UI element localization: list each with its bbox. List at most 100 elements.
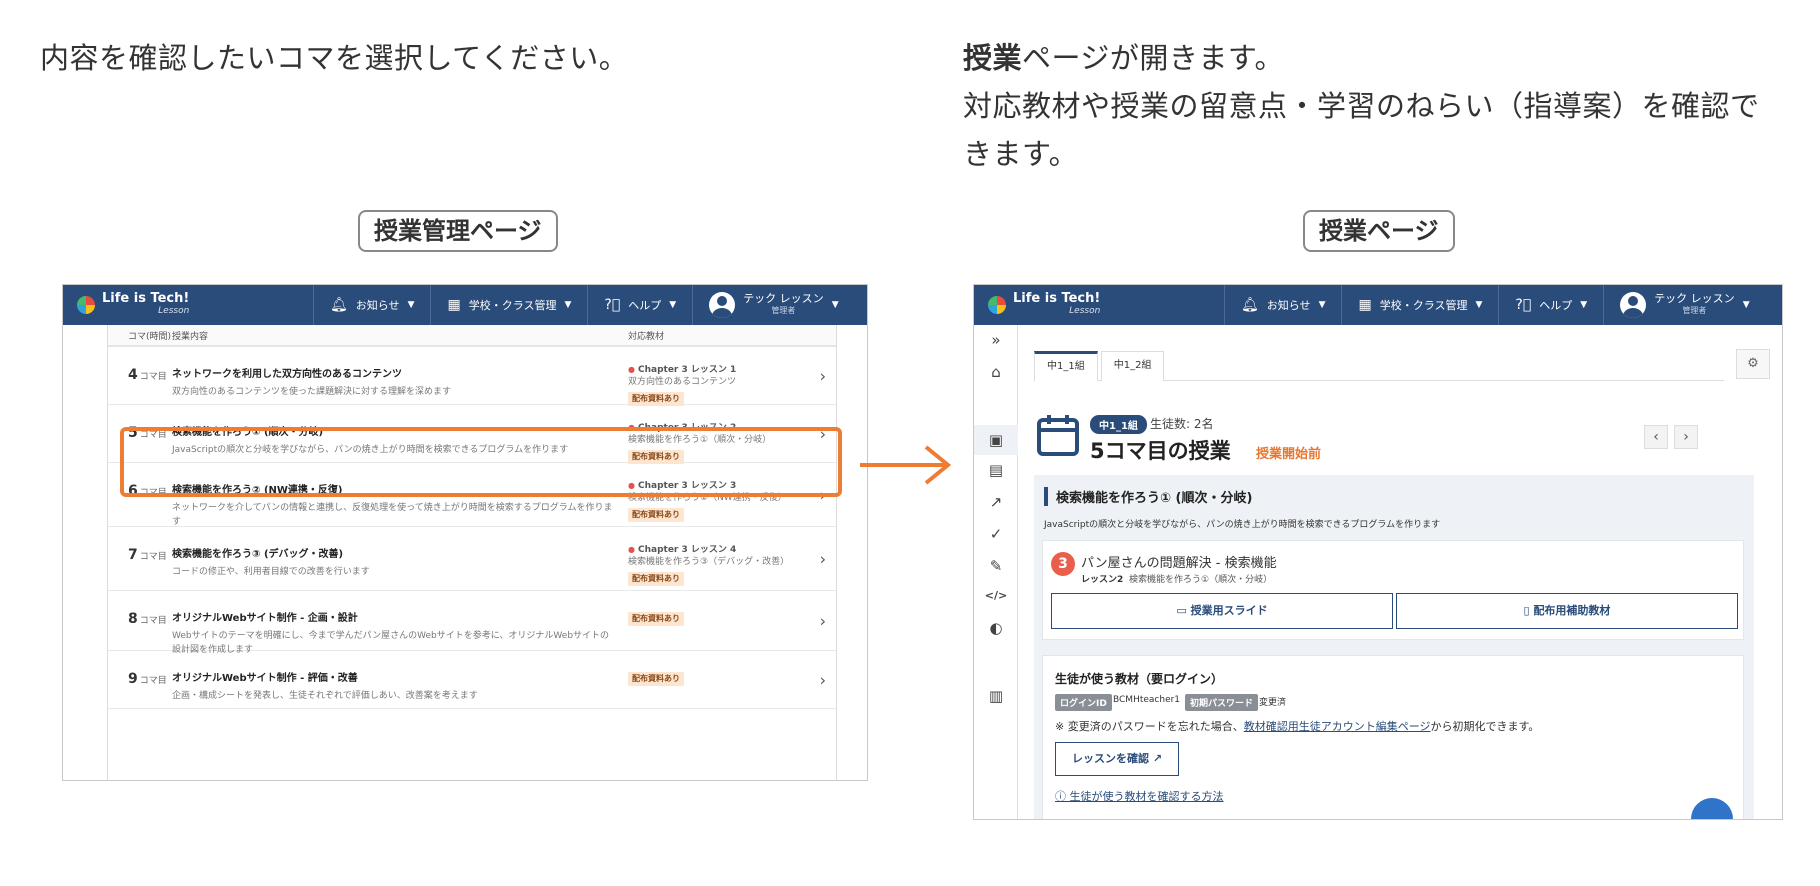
- nav-notifications[interactable]: 🔔︎ お知らせ ▼: [313, 285, 430, 325]
- nav-notifications-label: お知らせ: [1266, 299, 1311, 312]
- logo[interactable]: Life is Tech! Lesson: [974, 291, 1224, 317]
- table-row[interactable]: 8 コマ目 オリジナルWebサイト制作 - 企画・設計 Webサイトのテーマを明確にし…: [108, 591, 836, 655]
- document-icon[interactable]: ▤: [974, 461, 1018, 479]
- check-circle-icon[interactable]: ✓: [974, 525, 1018, 543]
- material-lesson-label: レッスン2: [1081, 575, 1124, 585]
- gear-icon: ⚙: [1747, 356, 1759, 371]
- material-subtitle: レッスン2 検索機能を作ろう①（順次・分岐）: [1081, 572, 1272, 585]
- table-header: コマ(時間) 授業内容 対応教材: [108, 325, 836, 347]
- handout-button[interactable]: ▯ 配布用補助教材: [1396, 593, 1738, 629]
- settings-button[interactable]: ⚙: [1736, 349, 1770, 379]
- lesson-heading: 5コマ目の授業: [1090, 439, 1231, 463]
- caret-down-icon: ▼: [1580, 300, 1588, 310]
- avatar: [1620, 292, 1647, 318]
- nav-help[interactable]: ?⃝ ヘルプ ▼: [1498, 285, 1603, 325]
- bar-chart-icon[interactable]: ▥: [974, 687, 1018, 705]
- nav-school[interactable]: ▦ 学校・クラス管理 ▼: [1341, 285, 1498, 325]
- prev-lesson-button[interactable]: ‹: [1644, 425, 1668, 449]
- table-row[interactable]: 7 コマ目 検索機能を作ろう③ (デバッグ・改善) コードの修正や、利用者目線での改善…: [108, 527, 836, 591]
- chevron-right-icon: ›: [819, 611, 826, 630]
- nav-notifications[interactable]: 🔔︎ お知らせ ▼: [1224, 285, 1341, 325]
- handout-badge: 配布資料あり: [628, 612, 684, 626]
- nav-school-label: 学校・クラス管理: [468, 299, 557, 312]
- bell-icon: 🔔︎: [330, 297, 348, 313]
- material-desc: 双方向性のあるコンテンツ: [628, 377, 737, 387]
- lesson-panel: 検索機能を作ろう① (順次・分岐) JavaScriptの順次と分岐を学びながら…: [1034, 475, 1754, 819]
- content-cell: 検索機能を作ろう③ (デバッグ・改善) コードの修正や、利用者目線での改善を行いま…: [172, 527, 628, 590]
- chevron-right-icon: ›: [819, 366, 826, 385]
- pen-icon[interactable]: ✎: [974, 557, 1018, 575]
- trend-icon[interactable]: ↗: [974, 493, 1018, 511]
- material-title: パン屋さんの問題解決 - 検索機能: [1081, 556, 1277, 571]
- student-count: 生徒数: 2名: [1150, 417, 1214, 431]
- chapter-label: Chapter 3 レッスン 4: [628, 544, 806, 556]
- handout-badge: 配布資料あり: [628, 508, 684, 522]
- building-icon: ▦: [1358, 297, 1372, 313]
- header-material: 対応教材: [628, 331, 665, 342]
- expand-sidebar-icon[interactable]: »: [974, 331, 1018, 349]
- material-cell: 配布資料あり: [628, 651, 806, 708]
- next-lesson-button[interactable]: ›: [1674, 425, 1698, 449]
- help-icon: ?⃝: [1515, 297, 1532, 313]
- material-desc: 検索機能を作ろう③（デバッグ・改善）: [628, 557, 790, 567]
- lesson-status: 授業開始前: [1256, 447, 1322, 462]
- logo[interactable]: Life is Tech! Lesson: [63, 291, 313, 317]
- nav-help-label: ヘルプ: [1539, 299, 1573, 312]
- student-materials-card: 生徒が使う教材（要ログイン） ログインID BCMHteacher1 初期パスワ…: [1042, 655, 1744, 819]
- instruction-right-bold: 授業: [963, 41, 1023, 75]
- code-icon[interactable]: </>: [974, 589, 1018, 602]
- slide-button[interactable]: ▭ 授業用スライド: [1051, 593, 1393, 629]
- chapter-label: Chapter 3 レッスン 1: [628, 364, 806, 376]
- nav-user[interactable]: テック レッスン 管理者 ▼: [692, 285, 848, 325]
- init-pw-label: 初期パスワード: [1185, 694, 1259, 711]
- help-link[interactable]: ⓘ 生徒が使う教材を確認する方法: [1055, 788, 1224, 804]
- chevron-right-icon: ›: [819, 549, 826, 568]
- navbar: Life is Tech! Lesson 🔔︎ お知らせ ▼ ▦ 学校・クラス管理 ▼ ?…: [63, 285, 867, 325]
- caret-down-icon: ▼: [407, 300, 415, 310]
- header-koma: コマ(時間): [128, 331, 172, 342]
- koma-cell: 9 コマ目: [108, 651, 172, 708]
- nav-school[interactable]: ▦ 学校・クラス管理 ▼: [430, 285, 587, 325]
- table-row[interactable]: 4 コマ目 ネットワークを利用した双方向性のあるコンテンツ 双方向性のあるコンテンツを…: [108, 347, 836, 406]
- init-pw-value: 変更済: [1259, 698, 1287, 708]
- chapter-number-badge: 3: [1051, 552, 1075, 576]
- material-cell: 配布資料あり: [628, 591, 806, 650]
- caret-down-icon: ▼: [669, 300, 677, 310]
- help-icon: ?⃝: [604, 297, 621, 313]
- palette-icon[interactable]: ◐: [974, 619, 1018, 637]
- nav-user[interactable]: テック レッスン 管理者 ▼: [1603, 285, 1759, 325]
- row-desc: 双方向性のあるコンテンツを使った課題解決に対する理解を深めます: [172, 387, 452, 397]
- calendar-icon: [1037, 415, 1079, 456]
- tab-class-1[interactable]: 中1_1組: [1034, 351, 1098, 381]
- nav-help[interactable]: ?⃝ ヘルプ ▼: [587, 285, 692, 325]
- logo-text: Life is Tech!: [1013, 291, 1101, 306]
- row-desc: ネットワークを介してパンの情報と連携し、反復処理を使って焼き上がり時間を検索する…: [172, 503, 613, 527]
- navbar: Life is Tech! Lesson 🔔︎ お知らせ ▼ ▦ 学校・クラス管理 ▼ ?…: [974, 285, 1782, 325]
- logo-mark-icon: [988, 296, 1006, 314]
- user-role: 管理者: [771, 306, 796, 315]
- material-lesson-name: 検索機能を作ろう①（順次・分岐）: [1129, 575, 1273, 585]
- file-icon: ▯: [1523, 604, 1534, 617]
- class-badge: 中1_1組: [1090, 415, 1147, 434]
- tab-class-2[interactable]: 中1_2組: [1100, 351, 1165, 381]
- home-icon[interactable]: ⌂: [974, 363, 1018, 381]
- material-card: 3 パン屋さんの問題解決 - 検索機能 レッスン2 検索機能を作ろう①（順次・分…: [1042, 540, 1744, 640]
- koma-number: 4: [128, 367, 138, 383]
- row-desc: 企画・構成シートを発表し、生徒それぞれで評価しあい、改善案を考えます: [172, 691, 478, 701]
- floating-action-button[interactable]: [1691, 798, 1733, 819]
- arrow-right-icon: [860, 445, 952, 485]
- koma-suffix: コマ目: [139, 372, 167, 382]
- koma-number: 7: [128, 547, 138, 563]
- confirm-lesson-button[interactable]: レッスンを確認 ↗: [1055, 742, 1180, 776]
- table-row[interactable]: 9 コマ目 オリジナルWebサイト制作 - 評価・改善 企画・構成シートを発表し、生徒…: [108, 651, 836, 709]
- logo-text: Life is Tech!: [102, 291, 190, 306]
- help-circle-icon: ⓘ: [1055, 790, 1070, 803]
- student-account-edit-link[interactable]: 教材確認用生徒アカウント編集ページ: [1244, 720, 1431, 733]
- nav-school-label: 学校・クラス管理: [1379, 299, 1468, 312]
- selection-highlight: [120, 427, 842, 497]
- content-cell: オリジナルWebサイト制作 - 評価・改善 企画・構成シートを発表し、生徒それぞれ…: [172, 651, 628, 708]
- bell-icon: 🔔︎: [1241, 297, 1259, 313]
- lesson-screen-icon[interactable]: ▣: [974, 425, 1018, 455]
- logo-mark-icon: [77, 296, 95, 314]
- student-materials-title: 生徒が使う教材（要ログイン）: [1055, 672, 1224, 686]
